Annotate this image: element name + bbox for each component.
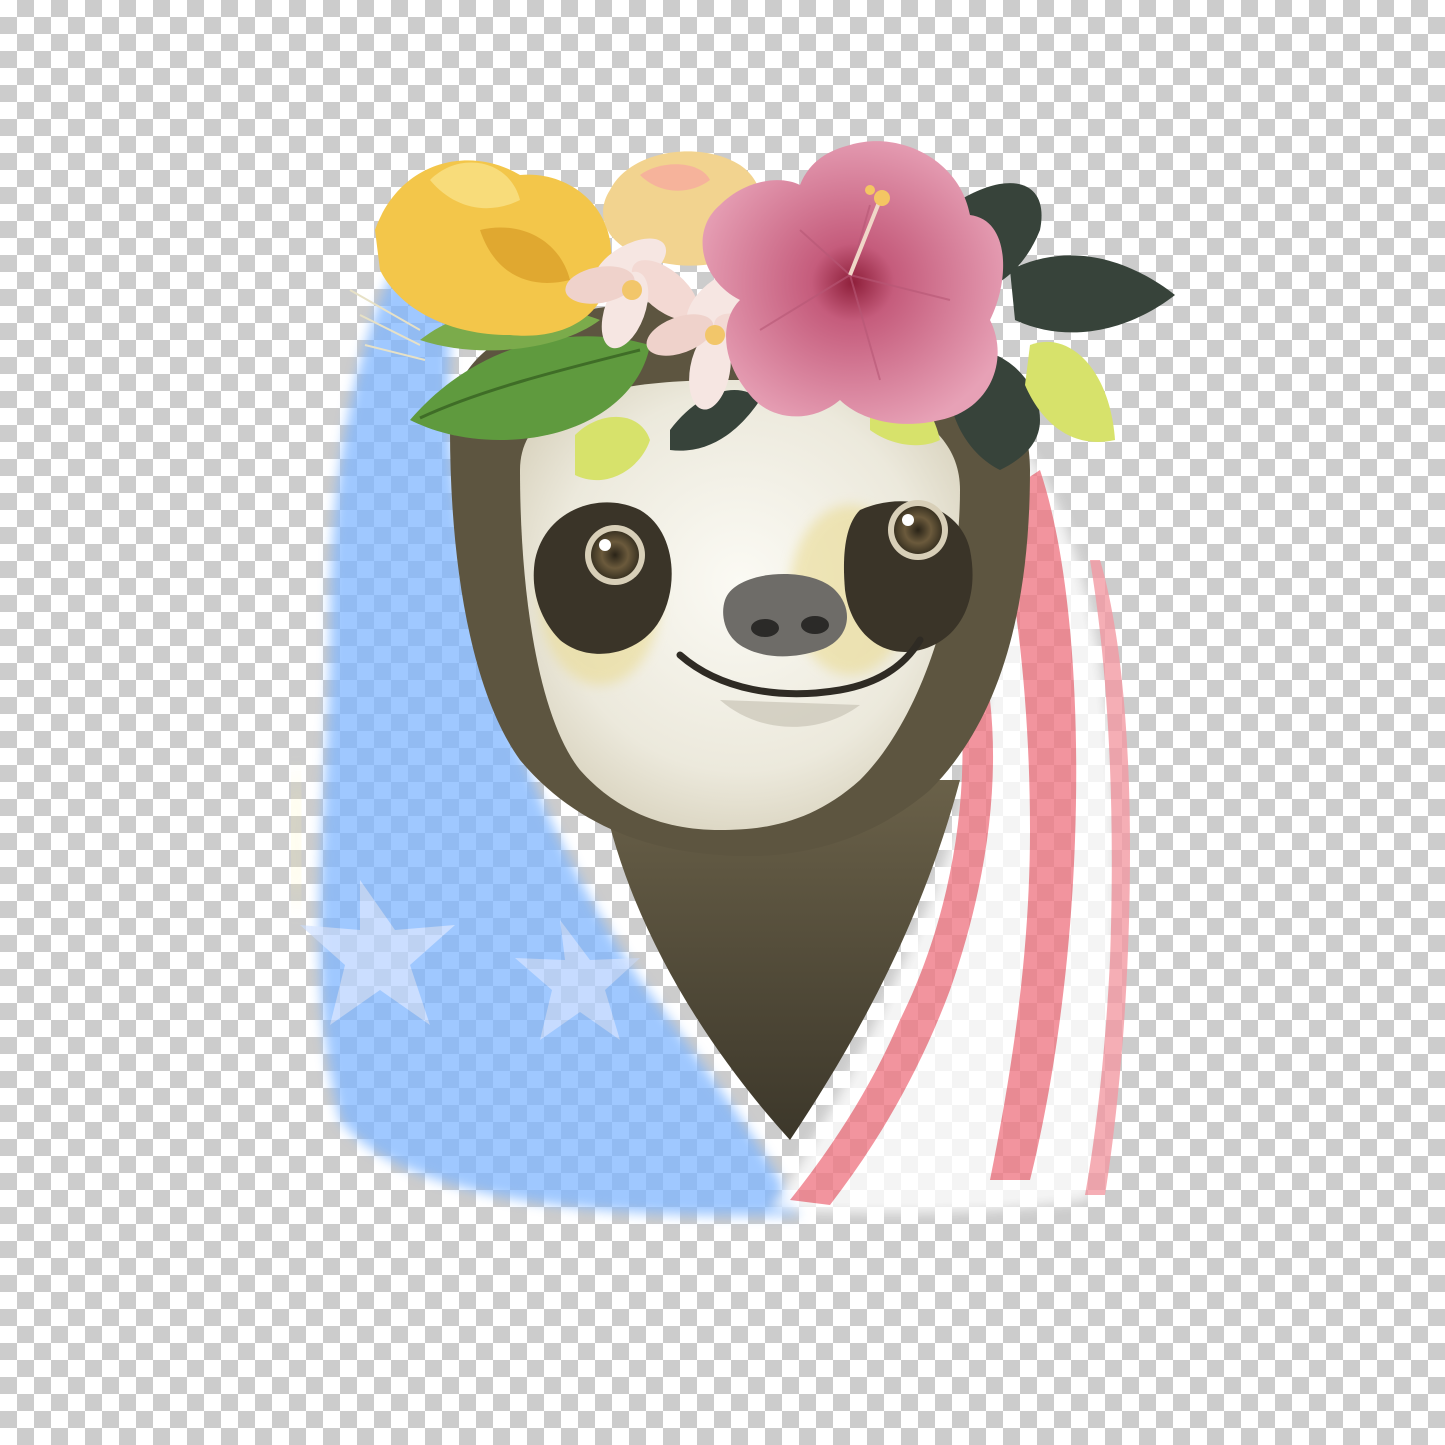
transparency-checkerboard-background <box>0 0 1445 1445</box>
sloth-eye-right <box>888 500 948 560</box>
sloth-nose <box>723 573 847 657</box>
drape-glow <box>287 778 305 902</box>
sloth-eye-left <box>585 525 645 585</box>
leaf-icon <box>1010 255 1175 333</box>
sloth-nostril-left <box>751 619 779 637</box>
sloth-artwork <box>287 141 1175 1216</box>
sloth-nostril-right <box>801 616 829 634</box>
